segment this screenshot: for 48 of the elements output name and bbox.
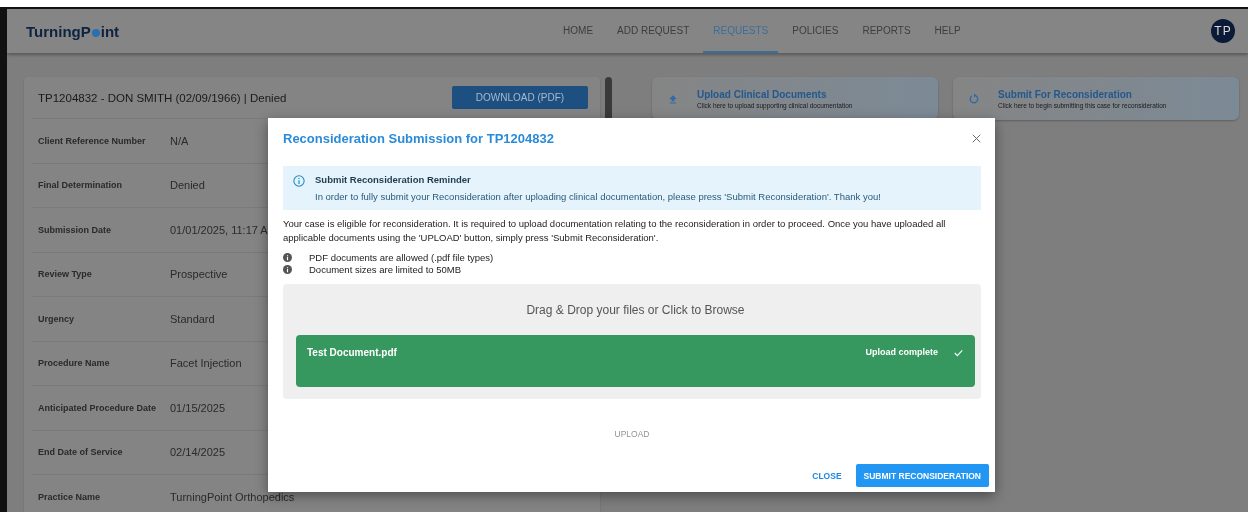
- modal-title: Reconsideration Submission for TP1204832: [283, 130, 554, 146]
- nav-tab[interactable]: POLICIES: [782, 9, 849, 53]
- file-name: Test Document.pdf: [307, 347, 397, 360]
- alert-title: Submit Reconsideration Reminder: [315, 174, 472, 185]
- info-icon: [283, 264, 292, 274]
- close-button[interactable]: CLOSE: [806, 464, 848, 487]
- file-status: Upload complete: [865, 347, 938, 359]
- detail-label: Client Reference Number: [38, 135, 147, 146]
- detail-value: 01/01/2025, 11:17 A: [170, 223, 268, 236]
- note-text: PDF documents are allowed (.pdf file types): [309, 251, 494, 263]
- close-icon[interactable]: [972, 133, 981, 143]
- detail-label: Practice Name: [38, 491, 102, 502]
- detail-label: Review Type: [38, 269, 93, 280]
- scrollbar[interactable]: [605, 77, 612, 121]
- dropzone-prompt: Drag & Drop your files or Click to Browse: [526, 303, 745, 317]
- info-icon: [293, 175, 305, 187]
- detail-value: TurningPoint Orthopedics: [170, 490, 295, 503]
- user-avatar[interactable]: TP: [1211, 19, 1235, 43]
- submit-button[interactable]: SUBMIT RECONSIDERATION: [855, 464, 989, 487]
- action-title: Submit For Reconsideration: [998, 88, 1133, 100]
- download-button[interactable]: DOWNLOAD (PDF): [452, 86, 588, 109]
- detail-label: Anticipated Procedure Date: [38, 402, 158, 413]
- dropzone[interactable]: Drag & Drop your files or Click to Browse Test Document.pdf Upload complete: [283, 284, 981, 399]
- detail-value: Prospective: [170, 268, 228, 281]
- nav-tab[interactable]: HOME: [553, 9, 604, 53]
- detail-label: Procedure Name: [38, 358, 111, 369]
- refresh-icon: [968, 92, 980, 105]
- detail-value: N/A: [170, 134, 189, 147]
- alert-message: In order to fully submit your Reconsideration after uploading clinical documentation, please press 'Submit Reconsideration'. Thank you!: [315, 191, 881, 202]
- action-title: Upload Clinical Documents: [697, 88, 828, 100]
- logo[interactable]: TurningP int: [26, 22, 120, 40]
- detail-value: Denied: [170, 179, 205, 192]
- detail-label: End Date of Service: [38, 447, 124, 458]
- detail-value: 02/14/2025: [170, 446, 226, 459]
- info-icon: [283, 252, 292, 262]
- detail-value: Facet Injection: [170, 357, 242, 370]
- nav-tab[interactable]: ADD REQUEST: [607, 9, 700, 53]
- nav-tab[interactable]: REPORTS: [852, 9, 921, 53]
- nav-tab[interactable]: HELP: [924, 9, 971, 53]
- detail-value: Standard: [170, 312, 215, 325]
- intro-text: Your case is eligible for reconsideration. It is required to upload documentation relating to the reconsideration in order to proceed. Once you have uploaded all applicable documents using the 'UPLOAD' button, simply press 'Submit Reconsideration'.: [283, 217, 947, 245]
- detail-label: Final Determination: [38, 180, 123, 191]
- detail-label: Urgency: [38, 313, 75, 324]
- note-text: Document sizes are limited to 50MB: [309, 263, 462, 275]
- case-title: TP1204832 - DON SMITH (02/09/1966) | Denied: [38, 91, 287, 104]
- check-icon: [954, 349, 963, 357]
- detail-value: 01/15/2025: [170, 401, 226, 414]
- detail-label: Submission Date: [38, 224, 112, 235]
